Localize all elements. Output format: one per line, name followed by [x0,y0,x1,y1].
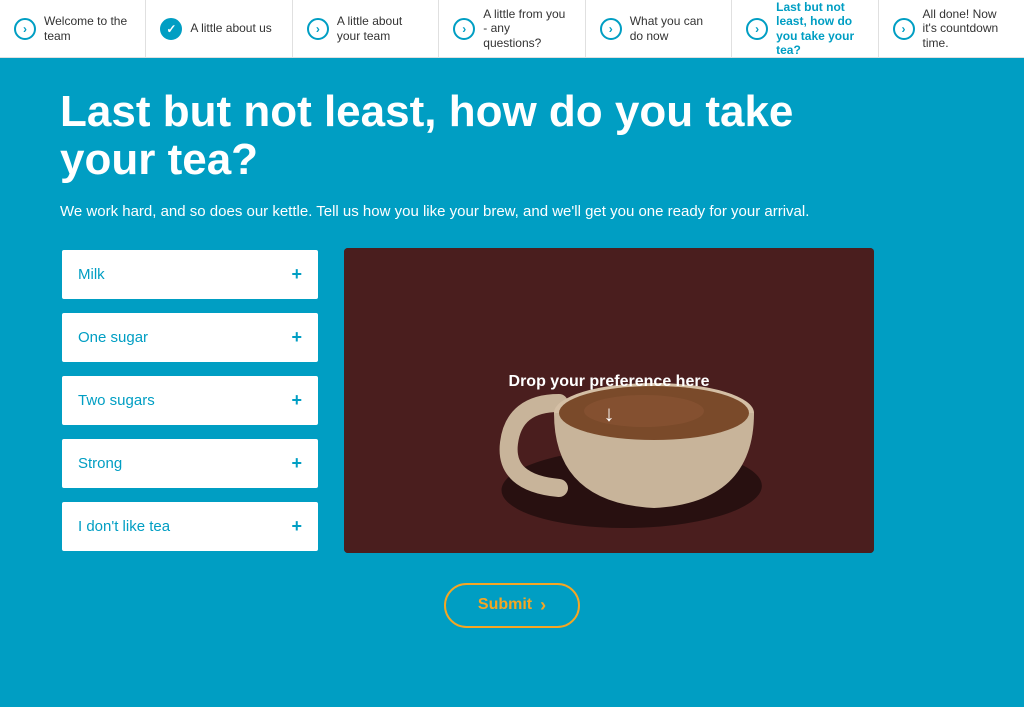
drag-drop-section: Milk + One sugar + Two sugars + Strong +… [60,248,964,553]
page-subtitle: We work hard, and so does our kettle. Te… [60,203,964,220]
nav-bar: › Welcome to the team ✓ A little about u… [0,0,1024,58]
submit-row: Submit › [60,583,964,628]
nav-item-about-us[interactable]: ✓ A little about us [146,0,292,57]
option-one-sugar-plus-icon: + [291,327,302,348]
tea-drop-zone[interactable]: Drop your preference here ↓ [344,248,874,553]
option-strong[interactable]: Strong + [60,437,320,490]
submit-arrow-icon: › [540,595,546,616]
nav-item-welcome[interactable]: › Welcome to the team [0,0,146,57]
option-no-tea-plus-icon: + [291,516,302,537]
nav-icon-about-us: ✓ [160,18,182,40]
nav-label-about-team: A little about your team [337,14,424,43]
nav-item-tea[interactable]: › Last but not least, how do you take yo… [732,0,878,57]
option-milk[interactable]: Milk + [60,248,320,301]
page-title: Last but not least, how do you take your… [60,88,840,185]
nav-item-about-team[interactable]: › A little about your team [293,0,439,57]
nav-icon-about-team: › [307,18,329,40]
nav-icon-all-done: › [893,18,915,40]
tea-cup-svg [344,248,874,553]
option-one-sugar[interactable]: One sugar + [60,311,320,364]
option-one-sugar-label: One sugar [78,329,148,346]
option-no-tea-label: I don't like tea [78,518,170,535]
option-milk-plus-icon: + [291,264,302,285]
nav-item-what-you-can-do[interactable]: › What you can do now [586,0,732,57]
option-two-sugars-plus-icon: + [291,390,302,411]
nav-label-about-us: A little about us [190,21,271,35]
option-strong-label: Strong [78,455,122,472]
option-strong-plus-icon: + [291,453,302,474]
nav-item-all-done[interactable]: › All done! Now it's countdown time. [879,0,1024,57]
options-list: Milk + One sugar + Two sugars + Strong +… [60,248,320,553]
nav-label-what-you-can-do: What you can do now [630,14,717,43]
submit-button[interactable]: Submit › [444,583,580,628]
option-two-sugars-label: Two sugars [78,392,155,409]
submit-label: Submit [478,596,532,614]
nav-label-from-you: A little from you - any questions? [483,7,570,50]
nav-icon-from-you: › [453,18,475,40]
option-no-tea[interactable]: I don't like tea + [60,500,320,553]
nav-item-from-you[interactable]: › A little from you - any questions? [439,0,585,57]
nav-icon-what-you-can-do: › [600,18,622,40]
nav-icon-tea: › [746,18,768,40]
nav-icon-welcome: › [14,18,36,40]
nav-label-welcome: Welcome to the team [44,14,131,43]
main-content: Last but not least, how do you take your… [0,58,1024,668]
option-two-sugars[interactable]: Two sugars + [60,374,320,427]
nav-label-tea: Last but not least, how do you take your… [776,0,863,57]
nav-label-all-done: All done! Now it's countdown time. [923,7,1010,50]
option-milk-label: Milk [78,266,105,283]
